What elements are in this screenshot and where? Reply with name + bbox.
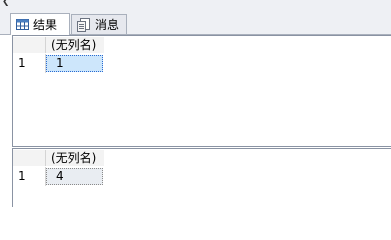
grid-corner-header[interactable] xyxy=(13,150,46,166)
result-cell-selected[interactable]: 1 xyxy=(46,55,103,72)
message-icon xyxy=(77,17,91,32)
result-grid-2: (无列名) 1 4 xyxy=(12,148,391,207)
scroll-left-icon[interactable]: ❮ xyxy=(2,0,10,7)
column-header[interactable]: (无列名) xyxy=(46,37,104,53)
result-tab-bar: 结果 消息 xyxy=(0,12,391,35)
result-grid-1: (无列名) 1 1 xyxy=(12,35,391,147)
tab-messages[interactable]: 消息 xyxy=(71,14,127,34)
row-number[interactable]: 1 xyxy=(13,168,45,185)
grid-corner-header[interactable] xyxy=(13,37,46,53)
tab-results[interactable]: 结果 xyxy=(10,13,70,35)
tab-results-label: 结果 xyxy=(33,18,58,32)
column-header[interactable]: (无列名) xyxy=(46,150,104,166)
tab-messages-label: 消息 xyxy=(95,18,120,32)
grid-icon xyxy=(16,19,29,30)
result-cell[interactable]: 4 xyxy=(46,168,103,185)
row-number[interactable]: 1 xyxy=(13,55,45,72)
